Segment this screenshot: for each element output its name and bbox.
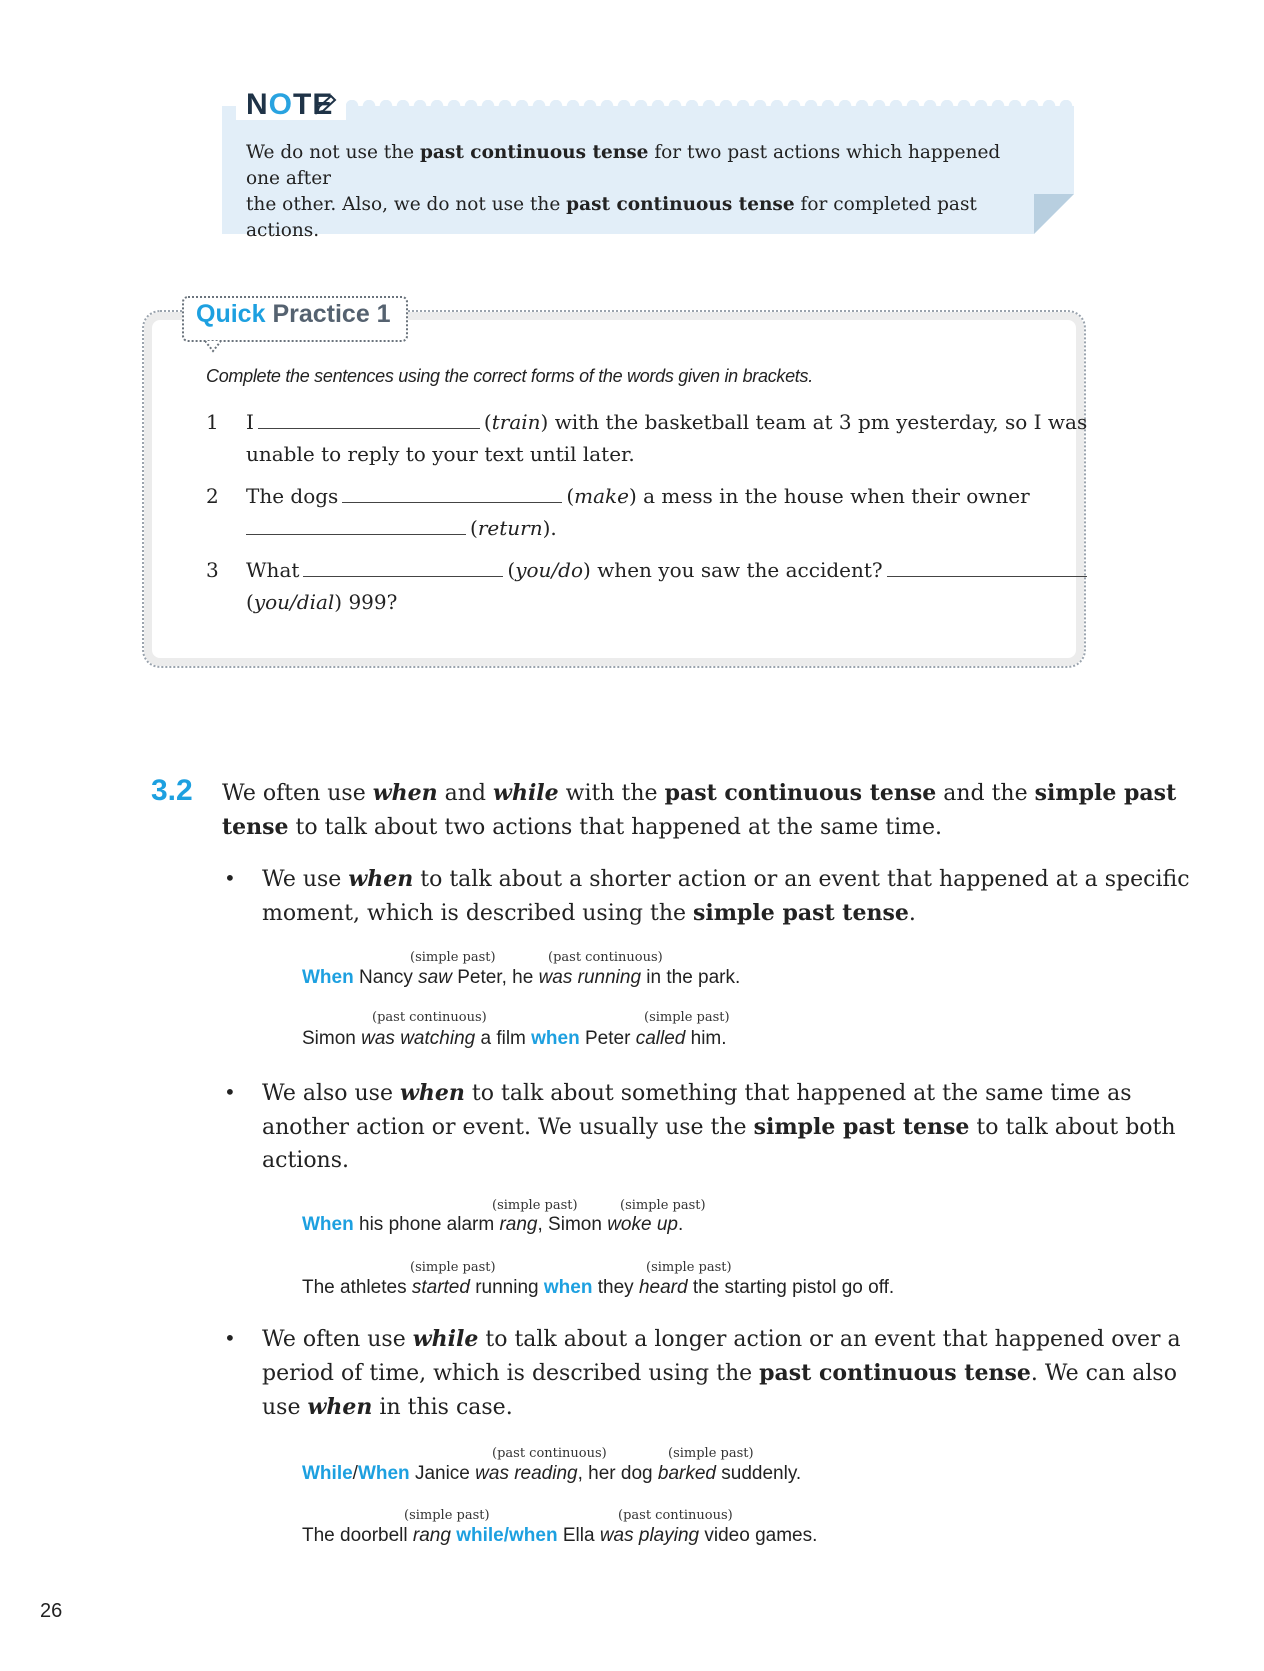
bullet-point: •: [224, 1326, 236, 1350]
question-2-number: 2: [206, 484, 219, 508]
bullet-3-line-3: use when in this case.: [262, 1394, 513, 1420]
example-5: While/When Janice was reading, her dog b…: [302, 1463, 802, 1484]
bullet-2-line-3: actions.: [262, 1148, 350, 1173]
label-simple-past: (simple past): [410, 1260, 496, 1275]
bullet-2-line-1: We also use when to talk about something…: [262, 1080, 1132, 1106]
answer-blank[interactable]: [246, 516, 466, 535]
label-simple-past: (simple past): [404, 1508, 490, 1523]
quick-practice-title: Quick Practice 1: [196, 300, 391, 328]
question-1: I (train) with the basketball team at 3 p…: [246, 410, 1088, 434]
label-simple-past: (simple past): [668, 1446, 754, 1461]
note-text: We do not use the past continuous tense …: [246, 140, 1006, 244]
page-number: 26: [40, 1600, 63, 1622]
answer-blank[interactable]: [342, 484, 563, 503]
label-simple-past: (simple past): [644, 1010, 730, 1025]
example-6: The doorbell rang while/when Ella was pl…: [302, 1525, 818, 1546]
bullet-1-line-2: moment, which is described using the sim…: [262, 900, 916, 926]
answer-blank[interactable]: [257, 410, 480, 429]
answer-blank[interactable]: [886, 558, 1087, 577]
label-simple-past: (simple past): [646, 1260, 732, 1275]
question-3: What (you/do) when you saw the accident?: [246, 554, 1091, 586]
page-fold-corner: [1034, 194, 1074, 234]
label-simple-past: (simple past): [620, 1198, 706, 1213]
label-past-continuous: (past continuous): [372, 1010, 487, 1025]
bullet-3-line-2: period of time, which is described using…: [262, 1360, 1177, 1386]
label-past-continuous: (past continuous): [618, 1508, 733, 1523]
quick-practice-instruction: Complete the sentences using the correct…: [206, 366, 813, 386]
example-2: Simon was watching a film when Peter cal…: [302, 1028, 727, 1049]
note-line-1: We do not use the past continuous tense …: [246, 142, 1001, 189]
section-intro-line-1: We often use when and while with the pas…: [222, 780, 1177, 806]
question-3-line-2: (you/dial) 999?: [246, 590, 398, 614]
bullet-point: •: [224, 866, 236, 890]
question-3-number: 3: [206, 558, 219, 582]
bullet-point: •: [224, 1080, 236, 1104]
note-scallop-border: [345, 100, 1075, 112]
note-line-2: the other. Also, we do not use the past …: [246, 194, 977, 241]
question-2-line-2: (return).: [242, 512, 557, 544]
pencil-icon: [314, 94, 340, 120]
section-number: 3.2: [151, 774, 193, 807]
label-simple-past: (simple past): [492, 1198, 578, 1213]
question-1-number: 1: [206, 410, 219, 434]
bullet-2-line-2: another action or event. We usually use …: [262, 1114, 1176, 1140]
speech-pointer-icon: [204, 338, 222, 357]
question-1-line-2: unable to reply to your text until later…: [246, 442, 635, 466]
label-past-continuous: (past continuous): [548, 950, 663, 965]
answer-blank[interactable]: [303, 558, 504, 577]
example-4: The athletes started running when they h…: [302, 1277, 895, 1298]
bullet-1-line-1: We use when to talk about a shorter acti…: [262, 866, 1190, 892]
example-1: When Nancy saw Peter, he was running in …: [302, 967, 741, 988]
question-2: The dogs (make) a mess in the house when …: [246, 484, 1030, 508]
bullet-3-line-1: We often use while to talk about a longe…: [262, 1326, 1181, 1352]
label-simple-past: (simple past): [410, 950, 496, 965]
example-3: When his phone alarm rang, Simon woke up…: [302, 1214, 684, 1235]
section-intro-line-2: tense to talk about two actions that hap…: [222, 814, 943, 840]
label-past-continuous: (past continuous): [492, 1446, 607, 1461]
